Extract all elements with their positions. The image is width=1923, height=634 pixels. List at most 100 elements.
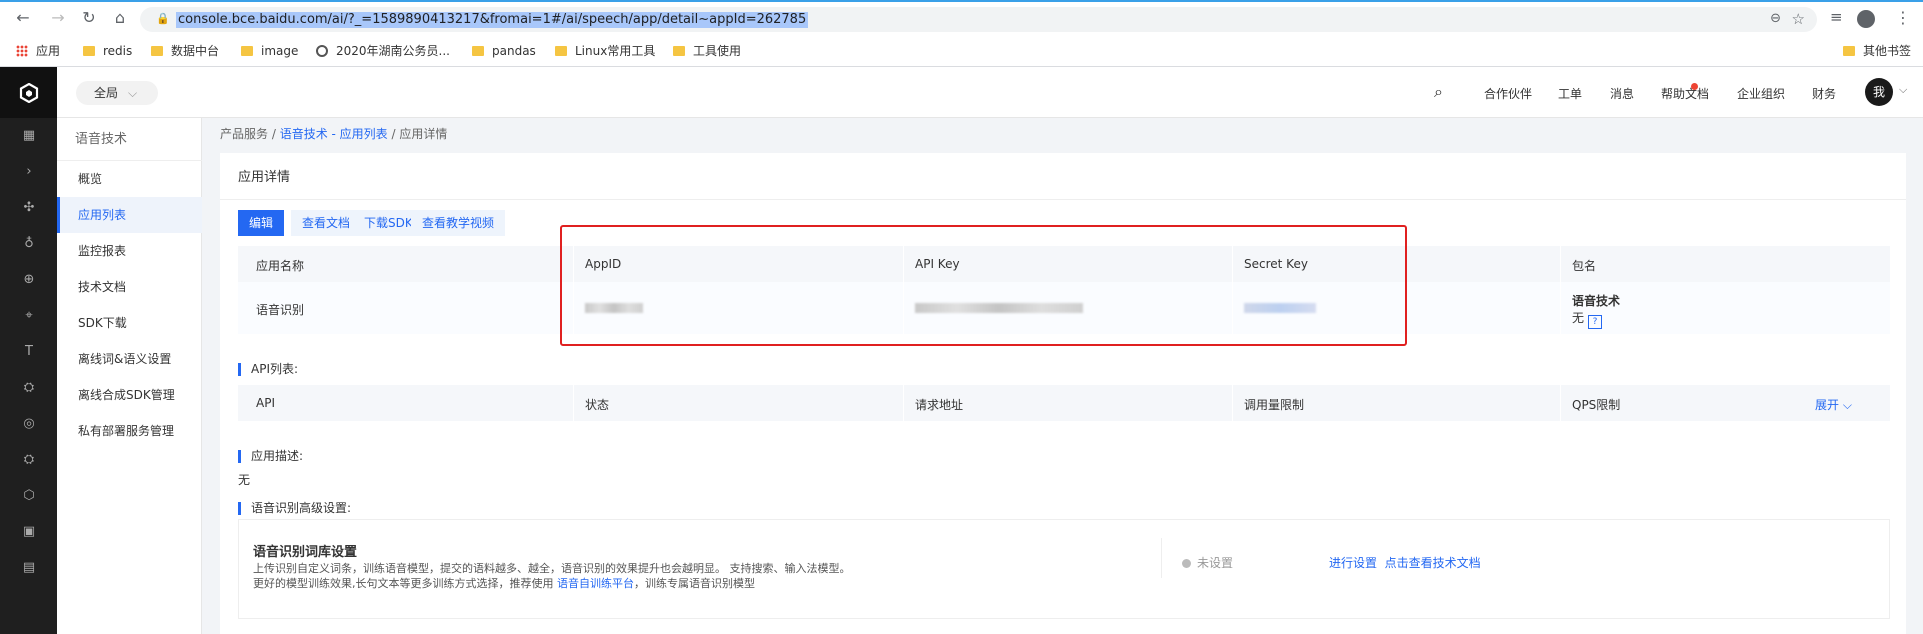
message-link[interactable]: 消息 [1610, 85, 1634, 102]
partner-link[interactable]: 合作伙伴 [1484, 85, 1532, 102]
bookmark-apps[interactable]: 应用 [16, 42, 60, 60]
sidebar-item-offline-tts-sdk[interactable]: 离线合成SDK管理 [57, 377, 202, 413]
chevron-down-icon: ⌵ [1842, 398, 1852, 412]
chart-icon[interactable]: ▤ [22, 561, 36, 575]
globe-service-icon[interactable]: ⊕ [22, 273, 36, 287]
table-header [238, 385, 1890, 421]
finance-link[interactable]: 财务 [1812, 85, 1836, 102]
breadcrumb-current: 应用详情 [399, 127, 448, 141]
chevron-down-icon[interactable]: ⌵ [1899, 83, 1907, 97]
organization-link[interactable]: 企业组织 [1737, 85, 1785, 102]
region-selector[interactable]: 全局 ⌵ [76, 81, 158, 105]
robot2-icon[interactable]: ⛭ [22, 453, 36, 467]
status-badge: 未设置 [1182, 554, 1233, 571]
bookmark-image[interactable]: image [241, 42, 298, 60]
status-dot [1182, 559, 1191, 568]
col-qps-limit: QPS限制 [1572, 398, 1621, 412]
ticket-link[interactable]: 工单 [1558, 85, 1582, 102]
page-title: 应用详情 [238, 170, 291, 185]
view-docs-button[interactable]: 查看文档 [291, 210, 362, 236]
vocabulary-actions: 进行设置 点击查看技术文档 [1329, 554, 1481, 571]
bookmark-exam[interactable]: 2020年湖南公务员... [316, 42, 450, 60]
app-info-table: 应用名称 AppID API Key Secret Key 包名 语音识别 语音… [238, 246, 1890, 334]
col-app-name: 应用名称 [256, 259, 305, 273]
tutorial-video-button[interactable]: 查看教学视频 [411, 210, 506, 236]
breadcrumb-root[interactable]: 产品服务 [220, 127, 268, 141]
vocabulary-recommendation: 更好的模型训练效果,长句文本等更多训练方式选择，推荐使用 语音自训练平台，训练专… [253, 577, 755, 590]
api-list-table: API 状态 请求地址 调用量限制 QPS限制 展开 ⌵ [238, 385, 1890, 421]
scan-icon[interactable]: ⌖ [22, 309, 36, 323]
help-icon[interactable]: ? [1588, 315, 1603, 329]
col-request-url: 请求地址 [915, 398, 964, 412]
configure-link[interactable]: 进行设置 [1329, 556, 1377, 570]
edit-button[interactable]: 编辑 [238, 210, 285, 236]
col-secret-key: Secret Key [1244, 257, 1308, 271]
sidebar-item-tech-docs[interactable]: 技术文档 [57, 269, 202, 305]
table-header [238, 246, 1890, 282]
col-status: 状态 [585, 398, 610, 412]
api-key-value-redacted [915, 302, 1083, 316]
back-icon[interactable]: ← [12, 7, 34, 29]
dashboard-icon[interactable]: ▦ [22, 129, 36, 143]
url-text[interactable]: console.bce.baidu.com/ai/?_=158989041321… [176, 12, 809, 28]
apps-icon [16, 45, 28, 57]
bookmark-redis[interactable]: redis [83, 42, 132, 60]
vocabulary-description: 上传识别自定义词条，训练语音模型，提交的语料越多、越全，语音识别的效果提升也会越… [253, 562, 851, 575]
search-icon[interactable]: ⌕ [1434, 82, 1443, 102]
home-icon[interactable]: ⌂ [109, 7, 131, 29]
baidu-cloud-logo[interactable] [0, 67, 57, 118]
appid-value-redacted [585, 302, 643, 316]
bookmark-tools[interactable]: 工具使用 [673, 42, 741, 60]
expand-menu-icon[interactable]: › [22, 165, 36, 179]
console-icon-sidebar: ▦ › ✣ ♁ ⊕ ⌖ T ⛭ ◎ ⛭ ⬡ ▣ ▤ [0, 67, 57, 634]
reading-list-icon[interactable]: ≡ [1830, 8, 1843, 26]
bookmark-linux-tools[interactable]: Linux常用工具 [555, 42, 655, 60]
user-avatar[interactable]: 我 [1865, 78, 1893, 106]
reload-icon[interactable]: ↻ [78, 7, 100, 29]
bookmark-pandas[interactable]: pandas [472, 42, 536, 60]
divider [1161, 538, 1162, 578]
globe-icon [316, 45, 328, 57]
sidebar-item-app-list[interactable]: 应用列表 [57, 197, 202, 233]
breadcrumb-app-list-link[interactable]: 语音技术 - 应用列表 [280, 127, 388, 141]
folder-icon [151, 46, 163, 56]
profile-icon[interactable] [1857, 10, 1875, 28]
sidebar-item-sdk-download[interactable]: SDK下载 [57, 305, 202, 341]
description-label: 应用描述: [238, 450, 303, 463]
sidemenu-title: 语音技术 [75, 132, 128, 147]
console-topbar: 全局 ⌵ ⌕ 合作伙伴 工单 消息 帮助文档 企业组织 财务 我 ⌵ [57, 67, 1923, 118]
vocabulary-settings-title: 语音识别词库设置 [253, 545, 358, 560]
forward-icon[interactable]: → [47, 7, 69, 29]
sidebar-item-private-deploy[interactable]: 私有部署服务管理 [57, 413, 202, 449]
col-call-limit: 调用量限制 [1244, 398, 1305, 412]
advanced-settings-label: 语音识别高级设置: [238, 502, 351, 515]
robot-icon[interactable]: ⛭ [22, 381, 36, 395]
lock-icon: 🔒 [156, 12, 170, 25]
address-bar[interactable]: 🔒 console.bce.baidu.com/ai/?_=1589890413… [140, 7, 1817, 32]
api-list-label: API列表: [238, 363, 298, 376]
app-detail-card: 应用详情 编辑 查看文档 下载SDK 查看教学视频 应用名称 AppID API… [220, 153, 1906, 634]
sidebar-item-overview[interactable]: 概览 [57, 161, 202, 197]
sidebar-item-offline-words[interactable]: 离线词&语义设置 [57, 341, 202, 377]
search-image-icon[interactable]: ◎ [22, 417, 36, 431]
product-sidemenu: 语音技术 概览 应用列表 监控报表 技术文档 SDK下载 离线词&语义设置 离线… [57, 118, 202, 634]
tech-doc-link[interactable]: 点击查看技术文档 [1385, 556, 1481, 570]
sidebar-item-monitoring[interactable]: 监控报表 [57, 233, 202, 269]
help-docs-link[interactable]: 帮助文档 [1661, 85, 1709, 102]
zoom-icon[interactable]: ⊖ [1770, 11, 1781, 26]
self-training-platform-link[interactable]: 语音自训练平台 [557, 577, 634, 590]
bookmark-other[interactable]: 其他书签 [1843, 42, 1911, 60]
network-icon[interactable]: ✣ [22, 201, 36, 215]
bookmark-star-icon[interactable]: ☆ [1792, 10, 1805, 28]
menu-icon[interactable]: ⋮ [1895, 8, 1911, 27]
expand-toggle[interactable]: 展开 ⌵ [1815, 396, 1852, 413]
bookmark-data-center[interactable]: 数据中台 [151, 42, 219, 60]
cube-icon[interactable]: ⬡ [22, 489, 36, 503]
col-package: 包名 [1572, 259, 1597, 273]
text-icon[interactable]: T [22, 345, 36, 359]
secret-key-value-redacted[interactable] [1244, 302, 1316, 316]
microphone-icon[interactable]: ♁ [22, 237, 36, 251]
folder-icon [673, 46, 685, 56]
bookmarks-bar: 应用 redis 数据中台 image 2020年湖南公务员... pandas… [0, 34, 1923, 67]
image-icon[interactable]: ▣ [22, 525, 36, 539]
